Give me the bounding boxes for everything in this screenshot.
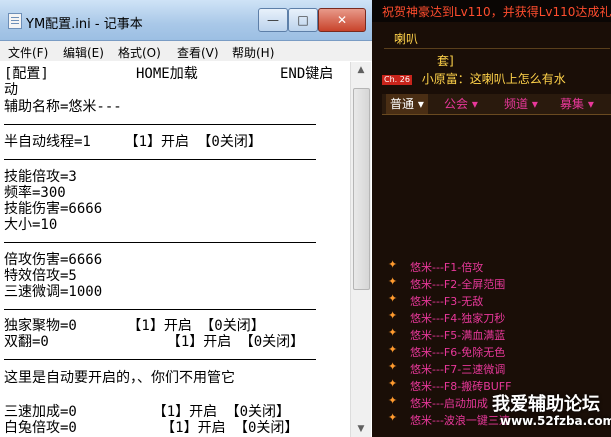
chat-message: Ch. 26 小原富：这喇叭上怎么有水 xyxy=(382,70,566,87)
text-line: 半自动线程=1 【1】开启 【0关闭】 xyxy=(4,134,262,150)
menu-help[interactable]: 帮助(H) xyxy=(232,44,274,61)
notepad-window: YM配置.ini - 记事本 — □ ✕ 文件(F) 编辑(E) 格式(O) 查… xyxy=(0,0,372,437)
chat-text: 这喇叭上怎么有水 xyxy=(469,72,566,86)
list-item[interactable]: 悠米---F2-全屏范围 xyxy=(384,275,611,292)
tab-megaphone[interactable]: 喇叭 xyxy=(394,30,418,47)
menu-view[interactable]: 查看(V) xyxy=(177,44,219,61)
text-line: 频率=300 xyxy=(4,185,66,201)
watermark-title: 我爱辅助论坛 xyxy=(492,394,600,415)
game-chat-panel: 祝贺神豪达到Lv110，并获得Lv110达成礼盒 喇叭 套] Ch. 26 小原… xyxy=(372,0,611,437)
text-line: 大小=10 xyxy=(4,217,58,233)
maximize-button[interactable]: □ xyxy=(288,8,318,32)
list-item[interactable]: 悠米---F6-免除无色 xyxy=(384,343,611,360)
text-line: 白兔倍攻=0 【1】开启 【0关闭】 xyxy=(4,420,299,436)
menu-file[interactable]: 文件(F) xyxy=(8,44,48,61)
scroll-up-icon[interactable]: ▲ xyxy=(351,62,371,78)
scroll-down-icon[interactable]: ▼ xyxy=(351,421,371,437)
list-item[interactable]: 悠米---F3-无敌 xyxy=(384,292,611,309)
text-line: [配置] xyxy=(4,66,49,82)
chat-tabs: 普通 ▾ 公会 ▾ 频道 ▾ 募集 ▾ xyxy=(382,94,611,115)
text-line: 双翻=0 【1】开启 【0关闭】 xyxy=(4,334,305,350)
announcement-text: 祝贺神豪达到Lv110，并获得Lv110达成礼盒 xyxy=(382,5,611,19)
title-bar[interactable]: YM配置.ini - 记事本 — □ ✕ xyxy=(0,0,372,41)
window-title: YM配置.ini - 记事本 xyxy=(26,17,143,32)
text-line: 三速微调=1000 xyxy=(4,284,103,300)
megaphone-tab-bar: 喇叭 xyxy=(384,26,610,49)
text-line: 这里是自动要开启的，、你们不用管它 xyxy=(4,370,235,386)
separator-line xyxy=(4,124,316,125)
tab-recruit[interactable]: 募集 ▾ xyxy=(560,94,594,114)
list-item[interactable]: 悠米---F5-满血满蓝 xyxy=(384,326,611,343)
text-line: 倍攻伤害=6666 xyxy=(4,252,103,268)
tab-normal[interactable]: 普通 ▾ xyxy=(386,94,428,114)
text-line: 动 xyxy=(4,82,18,98)
scroll-thumb[interactable] xyxy=(353,88,370,290)
tab-channel[interactable]: 频道 ▾ xyxy=(504,94,538,114)
tab-guild[interactable]: 公会 ▾ xyxy=(444,94,478,114)
text-line: 辅助名称=悠米--- xyxy=(4,99,122,115)
text-line: 独家聚物=0 【1】开启 【0关闭】 xyxy=(4,318,265,334)
text-line: 特效倍攻=5 xyxy=(4,268,77,284)
close-button[interactable]: ✕ xyxy=(318,8,366,32)
chat-title-tag: 套] xyxy=(437,54,454,68)
separator-line xyxy=(4,309,316,310)
watermark-url: www.52fzba.com xyxy=(500,414,611,428)
list-item[interactable]: 悠米---F1-倍攻 xyxy=(384,258,611,275)
text-area[interactable]: [配置] HOME加载 END键启 动 辅助名称=悠米--- 半自动线程=1 【… xyxy=(0,62,350,437)
notepad-icon xyxy=(8,13,22,29)
text-line: END键启 xyxy=(280,66,334,82)
separator-line xyxy=(4,242,316,243)
list-item[interactable]: 悠米---F4-独家刀秒 xyxy=(384,309,611,326)
system-announcement: 祝贺神豪达到Lv110，并获得Lv110达成礼盒 xyxy=(372,0,611,22)
chat-sender[interactable]: 小原富： xyxy=(422,72,470,86)
text-line: 技能伤害=6666 xyxy=(4,201,103,217)
text-line: 三速加成=0 【1】开启 【0关闭】 xyxy=(4,404,291,420)
separator-line xyxy=(4,159,316,160)
separator-line xyxy=(4,359,316,360)
menu-edit[interactable]: 编辑(E) xyxy=(63,44,104,61)
text-line: 技能倍攻=3 xyxy=(4,169,77,185)
text-line: HOME加载 xyxy=(136,66,198,82)
channel-badge: Ch. 26 xyxy=(382,74,412,85)
vertical-scrollbar[interactable]: ▲ ▼ xyxy=(350,62,371,437)
list-item[interactable]: 悠米---F7-三速微调 xyxy=(384,360,611,377)
minimize-button[interactable]: — xyxy=(258,8,288,32)
menu-format[interactable]: 格式(O) xyxy=(118,44,161,61)
menu-bar: 文件(F) 编辑(E) 格式(O) 查看(V) 帮助(H) xyxy=(0,41,372,61)
